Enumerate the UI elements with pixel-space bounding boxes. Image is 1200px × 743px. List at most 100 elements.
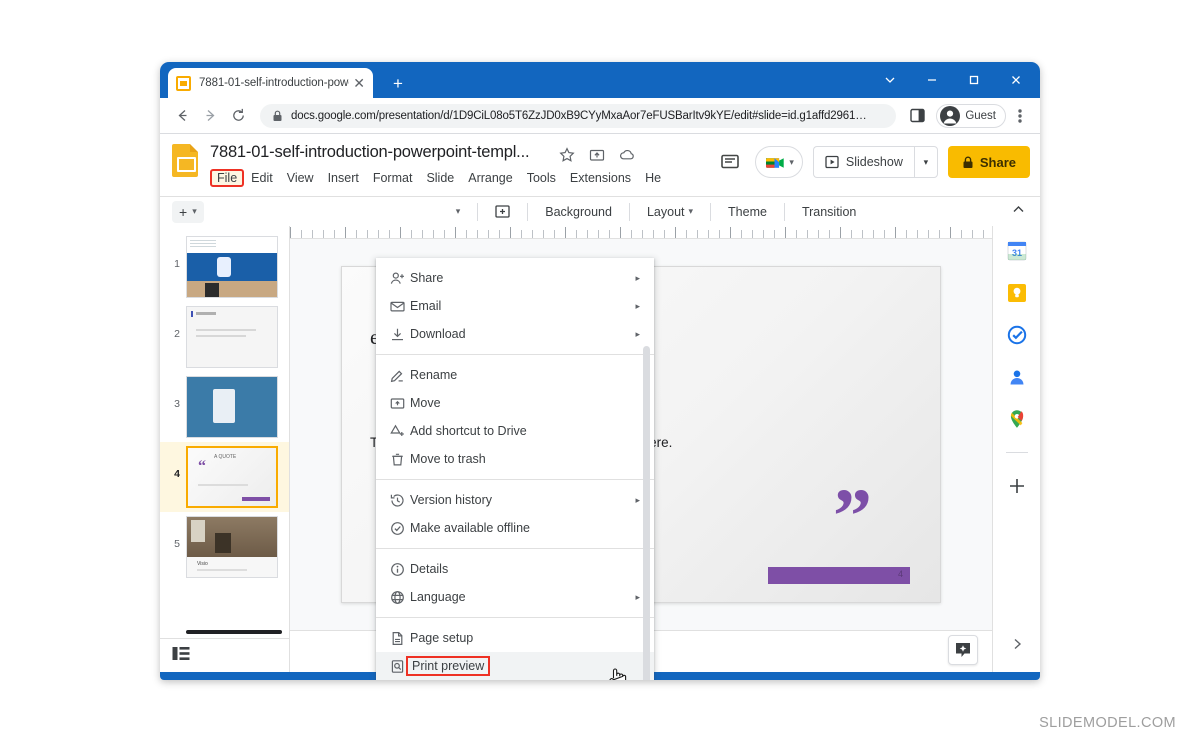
filmstrip-view-icon[interactable]: [172, 646, 190, 666]
address-bar[interactable]: docs.google.com/presentation/d/1D9CiL08o…: [260, 103, 897, 128]
slide-filmstrip[interactable]: 1 2 3 4 A QUOTE “ 5 Visio: [160, 226, 290, 672]
globe-icon: [390, 590, 410, 605]
move-to-folder-icon[interactable]: [588, 146, 606, 164]
menu-item-download[interactable]: Download ▸: [376, 320, 654, 348]
google-maps-icon[interactable]: [1006, 408, 1028, 430]
reload-icon[interactable]: [224, 102, 252, 130]
layout-button[interactable]: Layout ▾: [639, 203, 701, 221]
chevron-right-icon[interactable]: [1010, 637, 1024, 656]
menu-item-page-setup[interactable]: Page setup: [376, 624, 654, 652]
new-slide-button[interactable]: + ▾: [172, 200, 204, 223]
menu-file[interactable]: File: [210, 169, 245, 187]
google-meet-button[interactable]: ▾: [755, 146, 803, 178]
avatar: [940, 105, 961, 126]
menu-item-add-shortcut-to-drive[interactable]: Add shortcut to Drive: [376, 417, 654, 445]
slide-accent-bar: 4: [768, 567, 910, 584]
chevron-down-icon[interactable]: ▾: [689, 206, 694, 217]
chevron-down-icon[interactable]: ▾: [789, 157, 794, 168]
filmstrip-scrollbar[interactable]: [186, 630, 282, 634]
maximize-icon[interactable]: [954, 66, 994, 94]
filmstrip-slide-5[interactable]: 5 Visio: [160, 512, 289, 582]
slideshow-group: Slideshow ▾: [812, 146, 938, 178]
filmstrip-slide-3[interactable]: 3: [160, 372, 289, 442]
star-icon[interactable]: [558, 146, 576, 164]
cloud-saved-icon[interactable]: [618, 146, 636, 164]
slideshow-button[interactable]: Slideshow: [812, 146, 914, 178]
menu-item-email[interactable]: Email ▸: [376, 292, 654, 320]
tab-strip: 7881-01-self-introduction-power ✕ +: [160, 62, 1040, 98]
share-button[interactable]: Share: [947, 146, 1030, 178]
google-keep-icon[interactable]: [1006, 282, 1028, 304]
slideshow-caret[interactable]: ▾: [913, 146, 938, 178]
menu-item-rename[interactable]: Rename: [376, 361, 654, 389]
filmstrip-footer: [160, 638, 289, 672]
menu-arrange[interactable]: Arrange: [461, 169, 519, 187]
menu-scrollbar[interactable]: [643, 346, 650, 680]
close-icon[interactable]: ✕: [353, 76, 365, 90]
mouse-cursor-pointer: [608, 666, 628, 680]
chevron-down-icon[interactable]: ▾: [192, 206, 197, 217]
trash-icon: [390, 452, 410, 467]
profile-button[interactable]: Guest: [936, 103, 1006, 128]
new-tab-button[interactable]: +: [386, 72, 410, 96]
slide-thumbnail[interactable]: [186, 236, 278, 298]
side-panel-icon[interactable]: [904, 103, 930, 129]
document-title[interactable]: 7881-01-self-introduction-powerpoint-tem…: [210, 143, 530, 162]
forward-icon[interactable]: [196, 102, 224, 130]
browser-tab[interactable]: 7881-01-self-introduction-power ✕: [168, 68, 373, 98]
plus-icon: +: [179, 203, 188, 220]
close-icon[interactable]: [996, 66, 1036, 94]
menu-item-details[interactable]: Details: [376, 555, 654, 583]
file-menu-dropdown[interactable]: Share ▸ Email ▸ Download ▸ Rename Move A…: [376, 258, 654, 680]
minimize-icon[interactable]: [912, 66, 952, 94]
chevron-down-icon[interactable]: [870, 66, 910, 94]
menu-item-make-available-offline[interactable]: Make available offline: [376, 514, 654, 542]
slide-number: 1: [174, 258, 180, 270]
toolbar-divider: [477, 202, 479, 221]
google-calendar-icon[interactable]: 31: [1006, 240, 1028, 262]
menu-item-language[interactable]: Language ▸: [376, 583, 654, 611]
add-addon-button[interactable]: [1006, 475, 1028, 497]
slide-thumbnail[interactable]: [186, 306, 278, 368]
menu-help[interactable]: He: [638, 169, 668, 187]
filmstrip-slide-4[interactable]: 4 A QUOTE “: [160, 442, 289, 512]
menu-item-label: Page setup: [410, 631, 474, 645]
menu-view[interactable]: View: [280, 169, 321, 187]
back-icon[interactable]: [168, 102, 196, 130]
menu-item-move[interactable]: Move: [376, 389, 654, 417]
google-tasks-icon[interactable]: [1006, 324, 1028, 346]
menu-tools[interactable]: Tools: [520, 169, 563, 187]
slide-number: 2: [174, 328, 180, 340]
slide-thumbnail[interactable]: [186, 376, 278, 438]
menu-edit[interactable]: Edit: [244, 169, 280, 187]
add-transition-icon[interactable]: [487, 202, 518, 221]
menu-item-version-history[interactable]: Version history ▸: [376, 486, 654, 514]
toolbar-divider: [527, 202, 529, 221]
collapse-toolbar-icon[interactable]: [1011, 202, 1026, 222]
theme-button[interactable]: Theme: [720, 203, 775, 221]
menu-extensions[interactable]: Extensions: [563, 169, 638, 187]
menu-bar: File Edit View Insert Format Slide Arran…: [210, 169, 668, 187]
filmstrip-slide-1[interactable]: 1: [160, 232, 289, 302]
comment-icon[interactable]: [715, 147, 745, 177]
explore-button[interactable]: [948, 635, 978, 665]
background-button[interactable]: Background: [537, 203, 620, 221]
more-vertical-icon[interactable]: [1008, 104, 1032, 128]
menu-insert[interactable]: Insert: [321, 169, 366, 187]
slide-thumbnail-selected[interactable]: A QUOTE “: [186, 446, 278, 508]
filmstrip-slide-2[interactable]: 2: [160, 302, 289, 372]
zoom-caret[interactable]: ▾: [448, 204, 469, 219]
menu-item-share[interactable]: Share ▸: [376, 264, 654, 292]
menu-slide[interactable]: Slide: [419, 169, 461, 187]
slide-thumbnail[interactable]: Visio: [186, 516, 278, 578]
menu-item-label: Rename: [410, 368, 458, 382]
screenshot-root: 7881-01-self-introduction-power ✕ + docs…: [0, 0, 1200, 743]
google-meet-icon: [764, 155, 786, 170]
url-text: docs.google.com/presentation/d/1D9CiL08o…: [291, 109, 867, 122]
menu-item-move-to-trash[interactable]: Move to trash: [376, 445, 654, 473]
google-contacts-icon[interactable]: [1006, 366, 1028, 388]
menu-format[interactable]: Format: [366, 169, 420, 187]
transition-button[interactable]: Transition: [794, 203, 864, 221]
share-person-icon: [390, 271, 410, 286]
play-box-icon: [825, 155, 839, 169]
